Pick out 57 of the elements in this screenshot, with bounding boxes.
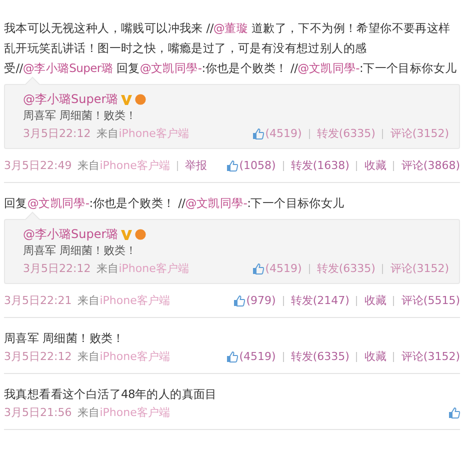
- thumbs-up-icon: [233, 294, 246, 306]
- like-count[interactable]: (979): [246, 294, 276, 307]
- mention-link[interactable]: @文凯同學-: [140, 61, 202, 75]
- like-count[interactable]: (4519): [239, 350, 276, 363]
- forward-link[interactable]: 转发(6335): [316, 261, 376, 276]
- forward-link[interactable]: 转发(1638): [290, 158, 350, 173]
- like-count[interactable]: (4519): [265, 127, 302, 140]
- comment-link[interactable]: 评论(5515): [401, 293, 460, 308]
- source-label: 来自: [78, 405, 100, 420]
- favorite-link[interactable]: 收藏: [364, 349, 386, 364]
- forward-link[interactable]: 转发(6335): [290, 349, 350, 364]
- post-time: 3月5日22:12: [23, 126, 91, 141]
- author-link[interactable]: @李小璐Super璐: [23, 226, 118, 243]
- author-link[interactable]: @李小璐Super璐: [23, 91, 118, 108]
- favorite-link[interactable]: 收藏: [364, 293, 386, 308]
- post-text: 回复@文凯同學-:你也是个败类！ //@文凯同學-:下一个目标你女儿: [4, 195, 346, 212]
- source-link[interactable]: iPhone客户端: [100, 349, 170, 364]
- post-text: 我本可以无视这种人，嘴贱可以冲我来 //@董璇 道歉了，下不为例！希望你不要再这样乱开玩笑乱讲话！图一时之快，嘴瘾是过了，可是有没有想过别人的感受//@李小璐Super璐 回复@文凯同學-:你也是个败类！ //@文凯同學-:下一个目标你女儿: [4, 20, 458, 77]
- thumbs-up-icon: [226, 350, 238, 362]
- source-label: 来自: [78, 158, 100, 173]
- like-count[interactable]: (1058): [239, 159, 276, 172]
- post-time: 3月5日21:56: [4, 405, 72, 420]
- comment-link[interactable]: 评论(3152): [390, 126, 449, 141]
- source-label: 来自: [78, 349, 100, 364]
- source-link[interactable]: iPhone客户端: [100, 405, 170, 420]
- post-time: 3月5日22:21: [4, 293, 72, 308]
- comment-link[interactable]: 评论(3152): [390, 261, 449, 276]
- thumbs-up-icon: [252, 128, 264, 140]
- source-link[interactable]: iPhone客户端: [100, 293, 170, 308]
- thumbs-up-icon: [226, 160, 238, 172]
- repost-text: 周喜军 周细菌！败类！: [23, 243, 138, 259]
- source-label: 来自: [78, 293, 100, 308]
- source-label: 来自: [96, 126, 119, 141]
- thumbs-up-icon: [448, 406, 460, 418]
- post-time: 3月5日22:49: [4, 158, 72, 173]
- forward-link[interactable]: 转发(2147): [290, 293, 350, 308]
- source-link[interactable]: iPhone客户端: [100, 158, 170, 173]
- mention-link[interactable]: @董璇: [213, 21, 248, 35]
- mention-link[interactable]: @文凯同學-: [27, 196, 90, 210]
- source-label: 来自: [96, 261, 119, 276]
- repost-text: 周喜军 周细菌！败类！: [23, 108, 138, 124]
- forward-link[interactable]: 转发(6335): [316, 126, 376, 141]
- mention-link[interactable]: @文凯同學-: [298, 61, 360, 75]
- like-count[interactable]: (4519): [265, 262, 302, 275]
- emoji-icon: [135, 94, 146, 105]
- post-text: 周喜军 周细菌！败类！: [4, 330, 126, 347]
- emoji-icon: [135, 229, 146, 240]
- report-link[interactable]: 举报: [184, 158, 207, 173]
- comment-link[interactable]: 评论(3152): [401, 349, 460, 364]
- thumbs-up-icon: [252, 262, 264, 274]
- post-text: 我真想看看这个白活了48年的人的真面目: [4, 386, 218, 403]
- post-time: 3月5日22:12: [23, 261, 91, 276]
- favorite-link[interactable]: 收藏: [364, 158, 386, 173]
- comment-link[interactable]: 评论(3868): [401, 158, 460, 173]
- post-time: 3月5日22:12: [4, 349, 72, 364]
- mention-link[interactable]: @李小璐Super璐: [22, 61, 114, 75]
- mention-link[interactable]: @文凯同學-: [185, 196, 248, 210]
